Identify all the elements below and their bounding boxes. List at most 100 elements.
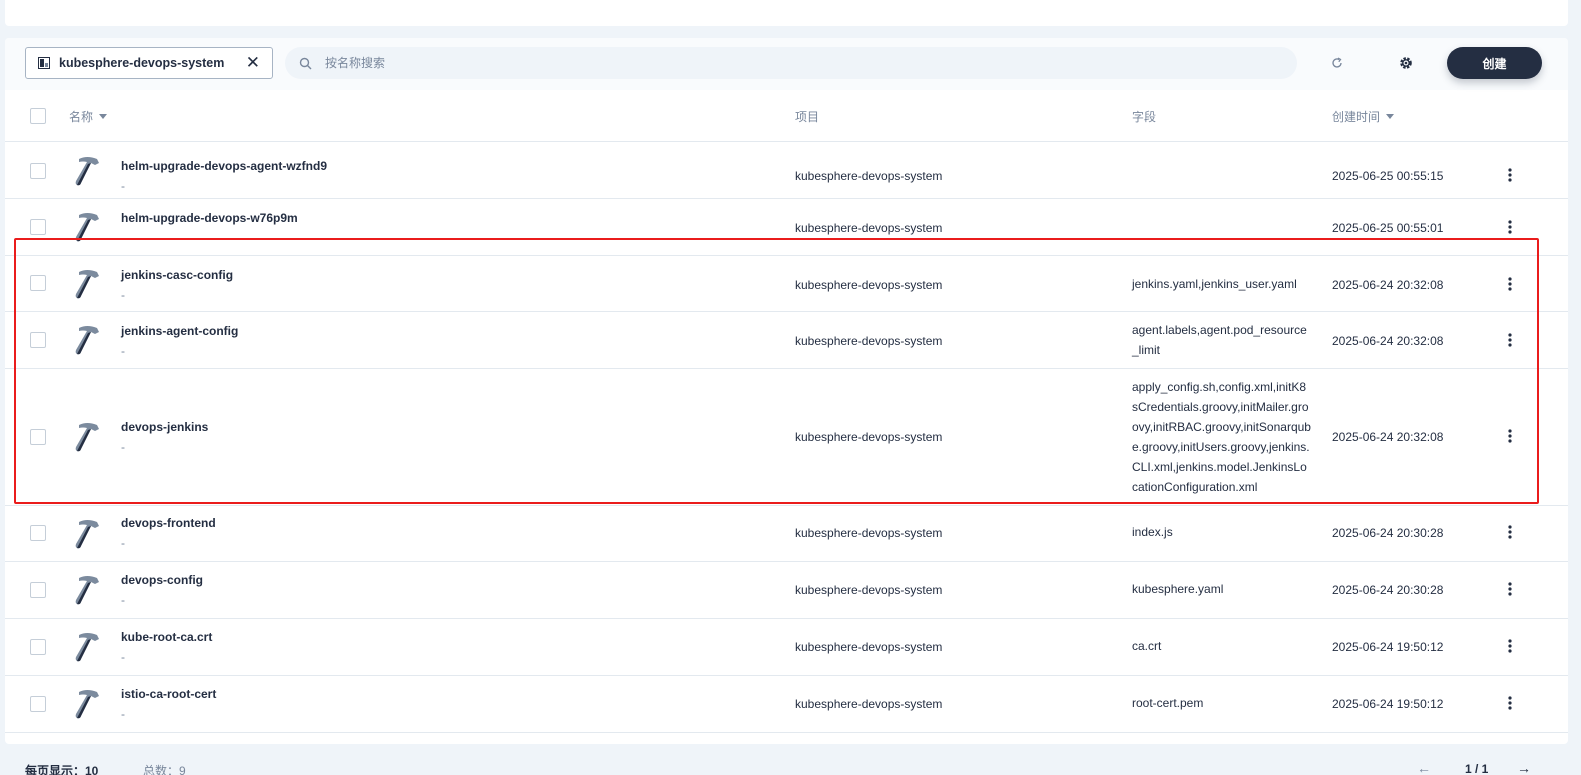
row-project: kubesphere-devops-system — [795, 430, 943, 444]
more-options-button[interactable] — [1500, 636, 1520, 656]
column-name-header[interactable]: 名称 — [69, 108, 108, 125]
table-row[interactable]: jenkins-casc-config - kubesphere-devops-… — [5, 256, 1568, 312]
row-project: kubesphere-devops-system — [795, 169, 943, 183]
row-desc: - — [121, 179, 125, 193]
hammer-icon — [75, 690, 99, 719]
row-desc: - — [121, 231, 125, 245]
more-vertical-icon — [1508, 333, 1512, 347]
more-options-button[interactable] — [1500, 330, 1520, 350]
more-vertical-icon — [1508, 639, 1512, 653]
row-fields: agent.labels,agent.pod_resource_limit — [1132, 323, 1307, 357]
per-page-select[interactable]: 每页显示：10 — [25, 762, 98, 775]
more-options-button[interactable] — [1500, 522, 1520, 542]
column-fields-label: 字段 — [1132, 110, 1157, 124]
row-fields: index.js — [1132, 525, 1173, 539]
more-options-button[interactable] — [1500, 217, 1520, 237]
more-vertical-icon — [1508, 525, 1512, 539]
pagination-footer: 每页显示：10 总数：9 ← 1 / 1 → — [5, 746, 1568, 775]
hammer-icon — [75, 633, 99, 662]
row-desc: - — [121, 288, 125, 302]
row-checkbox[interactable] — [30, 696, 46, 712]
row-fields: apply_config.sh,config.xml,initK8sCreden… — [1132, 380, 1311, 494]
row-project: kubesphere-devops-system — [795, 640, 943, 654]
namespace-filter-tag[interactable]: kubesphere-devops-system ✕ — [25, 47, 273, 79]
table-row[interactable]: istio-ca-root-cert - kubesphere-devops-s… — [5, 676, 1568, 733]
sort-caret-icon — [1386, 114, 1395, 119]
more-vertical-icon — [1508, 168, 1512, 182]
refresh-button[interactable] — [1325, 51, 1349, 75]
row-checkbox[interactable] — [30, 582, 46, 598]
column-name-label: 名称 — [69, 110, 94, 124]
hammer-icon — [75, 213, 99, 242]
row-desc: - — [121, 344, 125, 358]
more-options-button[interactable] — [1500, 693, 1520, 713]
row-created: 2025-06-24 20:32:08 — [1332, 430, 1444, 444]
row-desc: - — [121, 536, 125, 550]
select-all-checkbox[interactable] — [30, 108, 46, 124]
gear-icon — [1400, 57, 1412, 69]
table-row[interactable]: devops-config - kubesphere-devops-system… — [5, 562, 1568, 619]
row-name[interactable]: kube-root-ca.crt — [121, 630, 212, 644]
row-name[interactable]: devops-config — [121, 573, 203, 587]
table-row[interactable]: jenkins-agent-config - kubesphere-devops… — [5, 312, 1568, 369]
column-fields-header: 字段 — [1132, 108, 1156, 125]
row-fields: kubesphere.yaml — [1132, 582, 1224, 596]
page-indicator: 1 / 1 — [1465, 762, 1489, 775]
row-desc: - — [121, 593, 125, 607]
row-fields: root-cert.pem — [1132, 696, 1204, 710]
row-fields: jenkins.yaml,jenkins_user.yaml — [1132, 277, 1297, 291]
column-project-header: 项目 — [795, 108, 819, 125]
more-options-button[interactable] — [1500, 579, 1520, 599]
row-project: kubesphere-devops-system — [795, 278, 943, 292]
close-icon[interactable]: ✕ — [246, 54, 260, 72]
row-name[interactable]: istio-ca-root-cert — [121, 687, 216, 701]
search-input[interactable] — [325, 56, 1225, 70]
row-checkbox[interactable] — [30, 163, 46, 179]
top-banner — [5, 0, 1568, 26]
column-project-label: 项目 — [795, 110, 820, 124]
refresh-icon — [1332, 57, 1342, 68]
row-checkbox[interactable] — [30, 332, 46, 348]
row-checkbox[interactable] — [30, 639, 46, 655]
row-name[interactable]: helm-upgrade-devops-agent-wzfnd9 — [121, 159, 327, 173]
row-name[interactable]: jenkins-agent-config — [121, 324, 238, 338]
row-checkbox[interactable] — [30, 275, 46, 291]
row-created: 2025-06-25 00:55:01 — [1332, 221, 1444, 235]
table-row[interactable]: helm-upgrade-devops-w76p9m - kubesphere-… — [5, 199, 1568, 256]
sort-caret-icon — [99, 114, 108, 119]
row-project: kubesphere-devops-system — [795, 334, 943, 348]
row-project: kubesphere-devops-system — [795, 526, 943, 540]
hammer-icon — [75, 157, 99, 186]
table-row[interactable]: devops-frontend - kubesphere-devops-syst… — [5, 506, 1568, 562]
prev-page-button[interactable]: ← — [1417, 760, 1431, 775]
row-checkbox[interactable] — [30, 525, 46, 541]
configmap-list-panel: kubesphere-devops-system ✕ 创建 — [5, 38, 1568, 744]
table-row[interactable]: kube-root-ca.crt - kubesphere-devops-sys… — [5, 619, 1568, 676]
row-created: 2025-06-24 19:50:12 — [1332, 640, 1444, 654]
hammer-icon — [75, 520, 99, 549]
search-icon — [299, 57, 312, 69]
more-options-button[interactable] — [1500, 426, 1520, 446]
hammer-icon — [75, 326, 99, 355]
row-name[interactable]: devops-frontend — [121, 516, 216, 530]
more-options-button[interactable] — [1500, 165, 1520, 185]
more-vertical-icon — [1508, 220, 1512, 234]
table-row[interactable]: helm-upgrade-devops-agent-wzfnd9 - kubes… — [5, 143, 1568, 199]
row-name[interactable]: jenkins-casc-config — [121, 268, 233, 282]
row-checkbox[interactable] — [30, 429, 46, 445]
row-name[interactable]: helm-upgrade-devops-w76p9m — [121, 211, 298, 225]
table-row[interactable]: devops-jenkins - kubesphere-devops-syste… — [5, 369, 1568, 506]
row-desc: - — [121, 650, 125, 664]
row-project: kubesphere-devops-system — [795, 221, 943, 235]
settings-button[interactable] — [1394, 51, 1418, 75]
row-project: kubesphere-devops-system — [795, 583, 943, 597]
search-bar[interactable] — [285, 47, 1297, 79]
create-button[interactable]: 创建 — [1447, 47, 1542, 79]
row-checkbox[interactable] — [30, 219, 46, 235]
row-name[interactable]: devops-jenkins — [121, 420, 208, 434]
namespace-filter-label: kubesphere-devops-system — [59, 56, 225, 70]
more-options-button[interactable] — [1500, 274, 1520, 294]
more-vertical-icon — [1508, 429, 1512, 443]
column-created-header[interactable]: 创建时间 — [1332, 108, 1395, 125]
next-page-button[interactable]: → — [1517, 760, 1531, 775]
